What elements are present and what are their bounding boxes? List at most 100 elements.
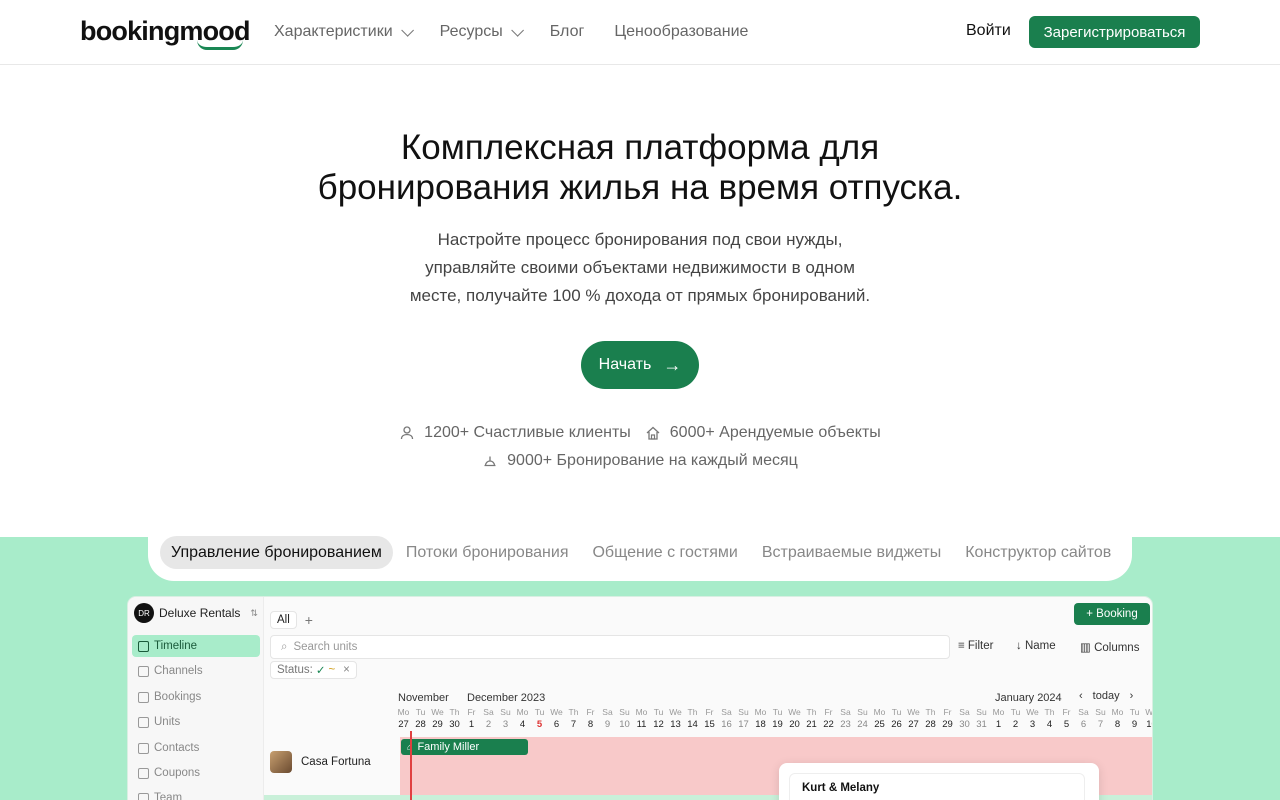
unit-row-casa-fortuna: Casa Fortuna [270, 751, 371, 773]
columns-button: ▥ Columns [1080, 642, 1140, 654]
day-number: 26 [891, 719, 902, 730]
weekday-label: Sa [602, 707, 613, 717]
chevron-left-icon: ‹ [1079, 690, 1083, 702]
sidebar-item-contacts: Contacts [132, 737, 260, 759]
bell-icon [484, 456, 496, 467]
day-number: 28 [925, 719, 936, 730]
weekday-label: Sa [1078, 707, 1089, 717]
weekday-label: Fr [1062, 707, 1071, 717]
weekday-label: Fr [824, 707, 833, 717]
sidebar-item-team: Team [132, 787, 260, 800]
day-number: 8 [1114, 719, 1121, 730]
weekday-label: Sa [840, 707, 851, 717]
day-number: 30 [959, 719, 970, 730]
search-icon: ⌕ [281, 640, 288, 653]
month-nav: ‹ today › [1079, 690, 1134, 702]
weekday-label: Mo [1111, 707, 1124, 717]
start-button[interactable]: Начать → [581, 341, 699, 389]
day-number: 2 [485, 719, 492, 730]
day-number: 8 [587, 719, 594, 730]
tab-site-builder[interactable]: Конструктор сайтов [954, 536, 1122, 569]
booking-popup: Kurt & Melany [779, 763, 1099, 800]
day-number: 30 [449, 719, 460, 730]
day-number: 11 [636, 719, 647, 730]
weekday-label: Fr [467, 707, 476, 717]
day-number: 1 [468, 719, 475, 730]
weekday-label: Th [925, 707, 936, 717]
login-link[interactable]: Войти [966, 22, 1011, 40]
weekday-label: Mo [397, 707, 410, 717]
wave-icon: ~ [328, 664, 336, 676]
nav-blog[interactable]: Блог [550, 23, 585, 41]
booking-bar: ⌂ Family Miller [401, 739, 528, 755]
popup-card: Kurt & Melany [789, 773, 1085, 800]
account-avatar: DR [134, 603, 154, 623]
day-number: 5 [1063, 719, 1070, 730]
weekday-label: Tu [1010, 707, 1021, 717]
weekday-label: Th [687, 707, 698, 717]
sidebar-item-channels: Channels [132, 660, 260, 682]
sidebar-item-timeline: Timeline [132, 635, 260, 657]
close-icon: × [343, 664, 350, 676]
day-number: 29 [432, 719, 443, 730]
tab-widgets[interactable]: Встраиваемые виджеты [751, 536, 952, 569]
weekday-label: Th [1044, 707, 1055, 717]
day-number: 23 [840, 719, 851, 730]
day-number: 14 [687, 719, 698, 730]
day-number: 17 [738, 719, 749, 730]
filter-button: ≡ Filter [958, 640, 994, 652]
day-number: 2 [1012, 719, 1019, 730]
day-number: 6 [1080, 719, 1087, 730]
bell-icon [138, 691, 149, 703]
day-number: 18 [755, 719, 766, 730]
account-switcher: DR Deluxe Rentals ⇅ [134, 603, 258, 623]
weekday-label: Mo [992, 707, 1005, 717]
stat-clients: 1200+ Счастливые клиенты [399, 424, 631, 442]
weekday-label: Mo [873, 707, 886, 717]
signup-button[interactable]: Зарегистрироваться [1029, 16, 1200, 48]
nav-pricing[interactable]: Ценообразование [614, 23, 748, 41]
tab-booking-management[interactable]: Управление бронированием [160, 536, 393, 569]
weekday-label: Su [857, 707, 868, 717]
weekday-label: Fr [705, 707, 714, 717]
sort-name-button: ↓ Name [1016, 640, 1056, 652]
weekday-label: Tu [415, 707, 426, 717]
nav-features[interactable]: Характеристики [274, 23, 414, 41]
day-number: 29 [942, 719, 953, 730]
day-number: 1 [995, 719, 1002, 730]
weekday-label: We [431, 707, 444, 717]
stat-bookings: 9000+ Бронирование на каждый месяц [482, 452, 798, 470]
weekday-label: We [669, 707, 682, 717]
chevron-down-icon [400, 23, 414, 37]
weekday-label: Mo [516, 707, 529, 717]
arrow-right-icon: → [663, 354, 682, 375]
day-number: 24 [857, 719, 868, 730]
nav-resources[interactable]: Ресурсы [440, 23, 524, 41]
weekday-label: Th [568, 707, 579, 717]
home-icon [138, 716, 149, 728]
day-number: 7 [1097, 719, 1104, 730]
weekday-label: Mo [754, 707, 767, 717]
today-marker [410, 731, 412, 800]
tab-booking-flows[interactable]: Потоки бронирования [395, 536, 580, 569]
user-icon [401, 426, 414, 440]
chevron-down-icon [510, 23, 524, 37]
day-number: 16 [721, 719, 732, 730]
feature-tabs: Управление бронированием Потоки брониров… [160, 536, 1124, 569]
tab-guest-communication[interactable]: Общение с гостями [581, 536, 748, 569]
weekday-label: We [1145, 707, 1152, 717]
weekday-label: Fr [586, 707, 595, 717]
weekday-label: Su [738, 707, 749, 717]
month-january: January 2024 [995, 692, 1062, 704]
view-dropdown: All [270, 611, 297, 629]
weekday-label: Su [619, 707, 630, 717]
chevron-right-icon: › [1129, 690, 1134, 702]
channels-icon [138, 665, 149, 677]
logo-smile-icon [197, 40, 243, 50]
day-number: 20 [789, 719, 800, 730]
weekday-label: Tu [1129, 707, 1140, 717]
weekday-label: Sa [721, 707, 732, 717]
view-selector: All + [270, 611, 313, 629]
weekday-label: Su [1095, 707, 1106, 717]
day-number: 10 [619, 719, 630, 730]
